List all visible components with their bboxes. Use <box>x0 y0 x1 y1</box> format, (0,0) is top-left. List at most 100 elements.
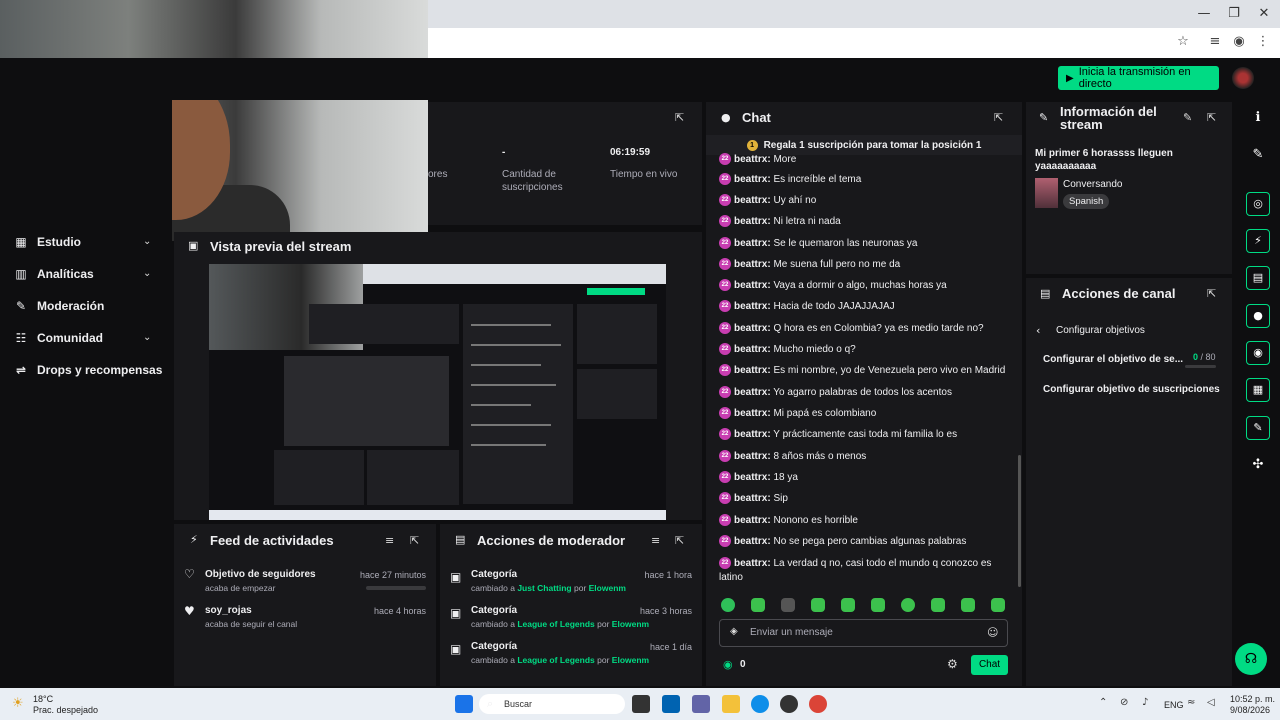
chat-message[interactable]: 22 beattrx: 18 ya <box>719 471 1009 485</box>
wifi-icon[interactable]: ≈ <box>1187 697 1195 708</box>
emote-icon[interactable] <box>961 598 975 612</box>
chat-scrollbar[interactable] <box>1018 455 1021 587</box>
chat-username[interactable]: beattrx: <box>734 238 771 249</box>
emote-icon[interactable] <box>841 598 855 612</box>
gear-icon[interactable]: ⚙ <box>947 657 958 671</box>
app-icon[interactable] <box>692 695 710 713</box>
mic-icon[interactable]: ♪ <box>1142 697 1148 708</box>
chrome-icon[interactable] <box>809 695 827 713</box>
chat-message[interactable]: 22 beattrx: Uy ahí no <box>719 194 1009 208</box>
chat-username[interactable]: beattrx: <box>734 558 771 569</box>
chevron-left-icon[interactable]: ‹ <box>1036 324 1040 337</box>
go-live-button[interactable]: ▶ Inicia la transmisión en directo <box>1058 66 1219 90</box>
clip-icon[interactable]: ◎ <box>1246 192 1270 216</box>
chat-message[interactable]: 22 beattrx: La verdad q no, casi todo el … <box>719 557 1009 585</box>
subscriber-badge-icon[interactable]: 22 <box>719 364 731 377</box>
help-button[interactable]: ☊ <box>1235 643 1267 675</box>
extensions-icon[interactable]: ✣ <box>1246 453 1270 477</box>
chat-icon[interactable]: ● <box>1246 304 1270 328</box>
volume-icon[interactable]: ◁ <box>1207 697 1215 708</box>
chat-message[interactable]: 22 beattrx: No se pega pero cambias algun… <box>719 535 1009 549</box>
back-label[interactable]: Configurar objetivos <box>1056 325 1145 336</box>
popout-icon[interactable]: ⇱ <box>675 534 684 547</box>
chat-username[interactable]: beattrx: <box>734 301 771 312</box>
subscriber-badge-icon[interactable]: 22 <box>719 450 731 463</box>
emote-icon[interactable] <box>811 598 825 612</box>
chat-message[interactable]: 22 beattrx: 8 años más o menos <box>719 450 1009 464</box>
address-bar[interactable]: ☆ ≡ ◉ ⋮ <box>428 28 1280 58</box>
bolt-icon[interactable]: ⚡ <box>1246 229 1270 253</box>
emote-icon[interactable] <box>931 598 945 612</box>
media-icon[interactable]: ≡ <box>1206 34 1224 52</box>
chat-message[interactable]: 22 beattrx: Ni letra ni nada <box>719 215 1009 229</box>
popout-icon[interactable]: ⇱ <box>675 111 684 124</box>
popout-icon[interactable]: ⇱ <box>410 534 419 547</box>
subscriber-badge-icon[interactable]: 22 <box>719 215 731 228</box>
chat-message[interactable]: 22 beattrx: Vaya a dormir o algo, muchas … <box>719 279 1009 293</box>
emote-icon[interactable] <box>871 598 885 612</box>
popout-icon[interactable]: ⇱ <box>1207 111 1216 124</box>
subscriber-badge-icon[interactable]: 22 <box>719 428 731 441</box>
star-icon[interactable]: ☆ <box>1174 34 1192 52</box>
chat-username[interactable]: beattrx: <box>734 154 771 165</box>
emote-icon[interactable] <box>751 598 765 612</box>
account-icon[interactable]: ◉ <box>1230 34 1248 52</box>
chat-message[interactable]: 22 beattrx: Nonono es horrible <box>719 514 1009 528</box>
subscriber-badge-icon[interactable]: 22 <box>719 471 731 484</box>
subscriber-badge-icon[interactable]: 22 <box>719 514 731 527</box>
chat-username[interactable]: beattrx: <box>734 216 771 227</box>
sidebar-item-analiticas[interactable]: ▥ Analíticas <box>14 264 93 284</box>
tag-badge[interactable]: Spanish <box>1063 194 1110 209</box>
chat-input[interactable]: ◈ Enviar un mensaje ☺ <box>719 619 1008 647</box>
chat-username[interactable]: beattrx: <box>734 323 771 334</box>
avatar[interactable] <box>1232 67 1254 89</box>
language-indicator[interactable]: ENG <box>1164 700 1184 710</box>
sidebar-item-estudio[interactable]: ▦ Estudio <box>14 232 81 252</box>
mod-icon[interactable]: ▦ <box>1246 378 1270 402</box>
subscriber-badge-icon[interactable]: 22 <box>719 194 731 207</box>
chat-username[interactable]: beattrx: <box>734 493 771 504</box>
clock-date[interactable]: 9/08/2026 <box>1230 705 1270 715</box>
sidebar-item-comunidad[interactable]: ☷ Comunidad <box>14 328 103 348</box>
filter-icon[interactable]: ≡ <box>385 534 394 547</box>
subscriber-badge-icon[interactable]: 22 <box>719 557 731 570</box>
sidebar-item-moderacion[interactable]: ✎ Moderación <box>14 296 104 316</box>
chat-username[interactable]: beattrx: <box>734 280 771 291</box>
broadcast-icon[interactable]: ◉ <box>1246 341 1270 365</box>
taskview-icon[interactable] <box>632 695 650 713</box>
edge-icon[interactable] <box>751 695 769 713</box>
chat-send-button[interactable]: Chat <box>971 655 1008 675</box>
chat-message[interactable]: 22 beattrx: Q hora es en Colombia? ya es … <box>719 322 1009 336</box>
subscriber-badge-icon[interactable]: 22 <box>719 492 731 505</box>
chat-username[interactable]: beattrx: <box>734 429 771 440</box>
goal-item-followers[interactable]: Configurar el objetivo de se... <box>1043 354 1183 365</box>
chat-message[interactable]: 22 beattrx: Es mi nombre, yo de Venezuela… <box>719 364 1009 378</box>
emote-icon[interactable] <box>991 598 1005 612</box>
chat-username[interactable]: beattrx: <box>734 451 771 462</box>
channel-points-icon[interactable]: ◉ <box>723 658 733 671</box>
close-icon[interactable]: ✕ <box>1254 6 1274 22</box>
pinned-message[interactable]: 1 Regala 1 suscripción para tomar la pos… <box>706 135 1022 155</box>
chat-username[interactable]: beattrx: <box>734 387 771 398</box>
info-icon[interactable]: ℹ <box>1246 106 1270 130</box>
chat-message[interactable]: 22 beattrx: Mi papá es colombiano <box>719 407 1009 421</box>
menu-icon[interactable]: ⋮ <box>1254 34 1272 52</box>
network-icon[interactable]: ⊘ <box>1120 697 1128 708</box>
subscriber-badge-icon[interactable]: 22 <box>719 237 731 250</box>
chat-username[interactable]: beattrx: <box>734 472 771 483</box>
weather-icon[interactable]: ☀ <box>12 696 24 711</box>
chat-username[interactable]: beattrx: <box>734 344 771 355</box>
folder-icon[interactable] <box>722 695 740 713</box>
chevron-down-icon[interactable]: ⌄ <box>143 236 151 247</box>
chat-message[interactable]: 22 beattrx: Me suena full pero no me da <box>719 258 1009 272</box>
chat-message[interactable]: 22 beattrx: More <box>719 153 1009 167</box>
clock-time[interactable]: 10:52 p. m. <box>1230 694 1275 704</box>
subscriber-badge-icon[interactable]: 22 <box>719 153 731 166</box>
emote-icon[interactable] <box>901 598 915 612</box>
start-icon[interactable] <box>455 695 473 713</box>
sidebar-item-drops[interactable]: ⇌ Drops y recompensas <box>14 360 162 380</box>
maximize-icon[interactable]: ❐ <box>1224 6 1244 22</box>
chevron-down-icon[interactable]: ⌄ <box>143 332 151 343</box>
chat-message[interactable]: 22 beattrx: Hacia de todo JAJAJJAJAJ <box>719 300 1009 314</box>
obs-icon[interactable] <box>780 695 798 713</box>
